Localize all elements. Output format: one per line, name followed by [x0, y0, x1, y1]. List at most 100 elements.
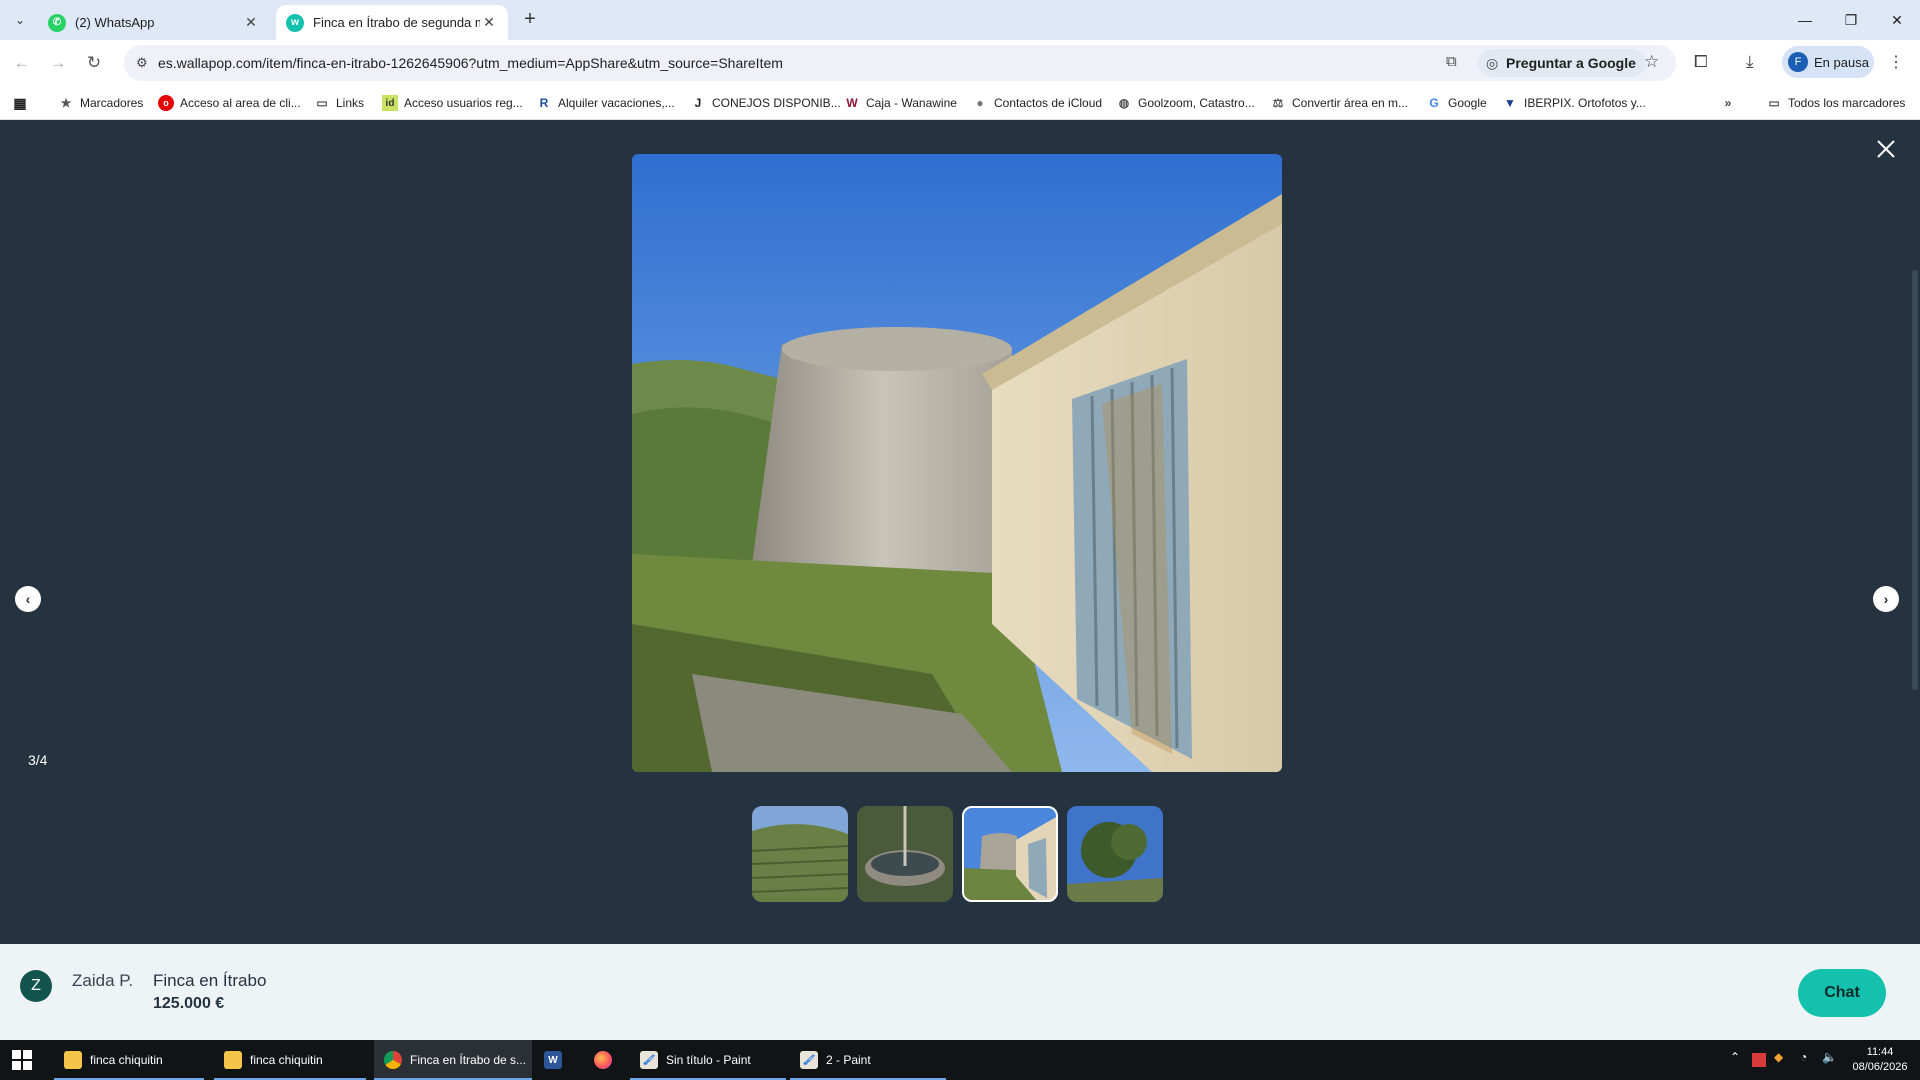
taskbar-item-word[interactable]: W	[534, 1040, 578, 1080]
all-bookmarks-label: Todos los marcadores	[1788, 96, 1906, 110]
seller-avatar[interactable]: Z	[20, 970, 52, 1002]
bookmark-label: Google	[1448, 96, 1487, 110]
bookmark-item[interactable]: ▭ Links	[314, 93, 364, 113]
close-tab-icon[interactable]: ✕	[242, 14, 260, 31]
wallapop-icon: w	[286, 13, 304, 32]
update-icon[interactable]: ◆	[1774, 1050, 1783, 1064]
folder-icon: ▭	[316, 96, 328, 110]
all-bookmarks[interactable]: ▭ Todos los marcadores	[1766, 93, 1905, 113]
close-tab-icon[interactable]: ✕	[480, 14, 498, 31]
wifi-icon[interactable]: ◔	[1800, 1050, 1807, 1064]
bookmark-item[interactable]: R Alquiler vacaciones,...	[536, 93, 675, 113]
image-viewer: ‹ › 3/4	[0, 120, 1920, 944]
w-icon: W	[846, 96, 858, 110]
star-icon: ★	[60, 96, 72, 110]
globe-icon: ◍	[1118, 96, 1130, 110]
back-button[interactable]: ←	[8, 49, 36, 77]
bookmark-item[interactable]: o Acceso al area de cli...	[158, 93, 301, 113]
ask-google-label: Preguntar a Google	[1506, 55, 1636, 71]
bookmark-label: Goolzoom, Catastro...	[1138, 96, 1255, 110]
bookmark-item[interactable]: J CONEJOS DISPONIB...	[690, 93, 841, 113]
bookmark-item[interactable]: ▼ IBERPIX. Ortofotos y...	[1502, 93, 1646, 113]
bookmark-label: Alquiler vacaciones,...	[558, 96, 675, 110]
taskbar-item-chrome[interactable]: Finca en Ítrabo de s...	[374, 1040, 532, 1080]
bookmark-item[interactable]: ⚖ Convertir área en m...	[1270, 93, 1408, 113]
restore-button[interactable]: ❐	[1828, 0, 1874, 40]
close-icon[interactable]	[1873, 136, 1899, 162]
date: 08/06/2026	[1852, 1061, 1908, 1073]
browser-toolbar: ← → ↻ ⚙ es.wallapop.com/item/finca-en-it…	[0, 40, 1920, 86]
tab-wallapop[interactable]: w Finca en Ítrabo de segunda mano ✕	[276, 5, 508, 40]
apps-grid-icon[interactable]: ▦	[12, 93, 34, 113]
reload-button[interactable]: ↻	[80, 49, 108, 77]
url-text[interactable]: es.wallapop.com/item/finca-en-itrabo-126…	[158, 55, 783, 71]
clock[interactable]: 11:44 08/06/2026	[1848, 1045, 1912, 1075]
close-window-button[interactable]: ✕	[1874, 0, 1920, 40]
windows-start-icon[interactable]	[12, 1050, 32, 1070]
new-tab-button[interactable]: +	[518, 8, 542, 32]
bookmark-label: Acceso usuarios reg...	[404, 96, 523, 110]
lens-icon: ◎	[1486, 55, 1499, 71]
previous-image-button[interactable]: ‹	[15, 586, 41, 612]
taskbar-label: 2 - Paint	[826, 1053, 871, 1067]
main-photo	[632, 154, 1282, 772]
taskbar-item-explorer-1[interactable]: finca chiquitin	[54, 1040, 204, 1080]
taskbar-item-explorer-2[interactable]: finca chiquitin	[214, 1040, 366, 1080]
volume-icon[interactable]: 🔈	[1822, 1050, 1837, 1064]
time: 11:44	[1866, 1046, 1894, 1058]
browser-tab-strip: ⌄ ✆ (2) WhatsApp ✕ w Finca en Ítrabo de …	[0, 0, 1920, 40]
minimize-button[interactable]: —	[1782, 0, 1828, 40]
tab-search-icon[interactable]: ⌄	[8, 8, 32, 32]
tab-title: (2) WhatsApp	[75, 15, 155, 30]
paint-icon: 🖌	[800, 1051, 818, 1069]
bookmark-item[interactable]: ● Contactos de iCloud	[972, 93, 1102, 113]
scrollbar[interactable]	[1912, 270, 1918, 690]
id-icon: id	[382, 95, 398, 111]
google-icon: G	[1429, 96, 1439, 110]
more-bookmarks-icon[interactable]: »	[1720, 93, 1742, 113]
thumbnail-3[interactable]	[962, 806, 1058, 902]
ask-google-button[interactable]: ◎ Preguntar a Google	[1478, 49, 1646, 77]
install-app-icon[interactable]: ⧉	[1446, 53, 1457, 70]
bookmark-item[interactable]: W Caja - Wanawine	[844, 93, 957, 113]
apple-icon: ●	[976, 96, 984, 110]
firefox-icon	[594, 1051, 612, 1069]
bookmark-label: Caja - Wanawine	[866, 96, 957, 110]
download-icon[interactable]: ⤓	[1746, 52, 1754, 72]
whatsapp-icon: ✆	[48, 13, 66, 32]
bookmark-label: Acceso al area de cli...	[180, 96, 301, 110]
bookmark-item[interactable]: id Acceso usuarios reg...	[382, 93, 523, 113]
chat-button[interactable]: Chat	[1798, 969, 1886, 1017]
folder-icon	[224, 1051, 242, 1069]
profile-button[interactable]: F En pausa	[1782, 46, 1874, 78]
tab-whatsapp[interactable]: ✆ (2) WhatsApp ✕	[38, 5, 270, 40]
forward-button[interactable]: →	[44, 49, 72, 77]
thumbnail-2[interactable]	[857, 806, 953, 902]
bookmark-label: Links	[336, 96, 365, 110]
extensions-icon[interactable]: ⧠	[1694, 52, 1708, 72]
taskbar-label: Finca en Ítrabo de s...	[410, 1053, 527, 1067]
taskbar-item-paint-1[interactable]: 🖌 Sin título - Paint	[630, 1040, 786, 1080]
taskbar-item-paint-2[interactable]: 🖌 2 - Paint	[790, 1040, 946, 1080]
thumbnail-strip	[752, 806, 1163, 902]
word-icon: W	[544, 1051, 562, 1069]
thumbnail-4[interactable]	[1067, 806, 1163, 902]
folder-icon: ▭	[1768, 96, 1780, 110]
bookmark-item[interactable]: G Google	[1426, 93, 1487, 113]
taskbar-label: Sin título - Paint	[666, 1053, 751, 1067]
address-bar[interactable]: ⚙ es.wallapop.com/item/finca-en-itrabo-1…	[124, 45, 1676, 81]
taskbar-item-firefox[interactable]	[584, 1040, 628, 1080]
site-info-icon[interactable]: ⚙	[136, 55, 148, 71]
thumbnail-1[interactable]	[752, 806, 848, 902]
bookmark-item[interactable]: ◍ Goolzoom, Catastro...	[1116, 93, 1255, 113]
listing-footer: Z Zaida P. Finca en Ítrabo 125.000 € Cha…	[0, 944, 1920, 1040]
chevron-up-icon[interactable]: ⌃	[1730, 1050, 1740, 1064]
bookmark-star-icon[interactable]: ☆	[1644, 52, 1659, 72]
menu-kebab-icon[interactable]: ⋮	[1888, 52, 1904, 72]
next-image-button[interactable]: ›	[1873, 586, 1899, 612]
bookmark-label: Marcadores	[80, 96, 144, 110]
seller-name[interactable]: Zaida P.	[72, 971, 133, 991]
antivirus-icon[interactable]	[1752, 1053, 1766, 1067]
j-icon: J	[694, 96, 702, 110]
bookmark-item[interactable]: ★ Marcadores	[58, 93, 144, 113]
